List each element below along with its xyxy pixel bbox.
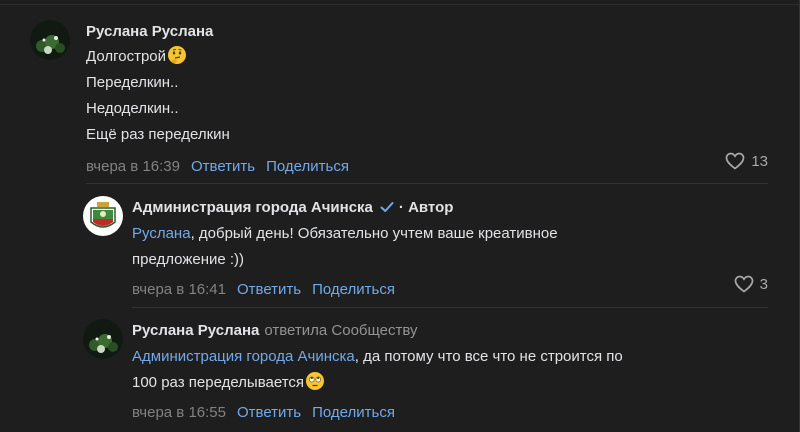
comment-text-line: Администрация города Ачинска, да потому … xyxy=(132,348,623,365)
comment-author[interactable]: Руслана Руслана ответила Сообществу xyxy=(132,320,772,340)
author-badge: · Автор xyxy=(398,198,454,216)
comment-1: Руслана Руслана Долгострой Переделкин.. … xyxy=(0,0,800,180)
avatar[interactable] xyxy=(83,319,123,359)
comment-text-line: Ещё раз переделкин xyxy=(86,126,230,143)
like-button[interactable]: 3 xyxy=(734,274,768,294)
comment-author[interactable]: Руслана Руслана xyxy=(86,21,776,41)
comment-timestamp[interactable]: вчера в 16:55 xyxy=(132,404,226,421)
comment-text-line: Переделкин.. xyxy=(86,74,179,91)
reply-button[interactable]: Ответить xyxy=(191,158,255,175)
reply-button[interactable]: Ответить xyxy=(237,404,301,421)
like-button[interactable]: 13 xyxy=(725,151,768,171)
comment-text-line: 100 раз переделывается xyxy=(132,370,772,396)
comment-3: Руслана Руслана ответила Сообществу Адми… xyxy=(0,310,800,432)
comment-divider xyxy=(86,183,768,184)
thinking-face-icon xyxy=(168,46,187,64)
mention-link[interactable]: Администрация города Ачинска xyxy=(132,348,355,365)
share-button[interactable]: Поделиться xyxy=(266,158,349,175)
like-count: 3 xyxy=(759,275,768,293)
like-count: 13 xyxy=(751,152,768,170)
comment-text-line: Руслана, добрый день! Обязательно учтем … xyxy=(132,225,558,242)
comment-text-line: Недоделкин.. xyxy=(86,100,179,117)
comment-author[interactable]: Администрация города Ачинска · Автор xyxy=(132,197,772,217)
comment-text-line: Долгострой xyxy=(86,44,776,70)
avatar[interactable] xyxy=(83,196,123,236)
share-button[interactable]: Поделиться xyxy=(312,281,395,298)
comment-2: Администрация города Ачинска · Автор Рус… xyxy=(0,185,800,305)
share-button[interactable]: Поделиться xyxy=(312,404,395,421)
verified-check-icon xyxy=(380,202,394,212)
comment-text-line: предложение :)) xyxy=(132,251,245,268)
avatar[interactable] xyxy=(30,20,70,60)
rolling-eyes-icon xyxy=(306,372,325,390)
comment-timestamp[interactable]: вчера в 16:39 xyxy=(86,158,180,175)
comment-timestamp[interactable]: вчера в 16:41 xyxy=(132,281,226,298)
heart-icon xyxy=(725,152,745,170)
comment-divider xyxy=(132,307,768,308)
heart-icon xyxy=(734,275,754,293)
reply-button[interactable]: Ответить xyxy=(237,281,301,298)
reply-to-note[interactable]: ответила Сообществу xyxy=(264,322,417,339)
mention-link[interactable]: Руслана xyxy=(132,225,191,242)
